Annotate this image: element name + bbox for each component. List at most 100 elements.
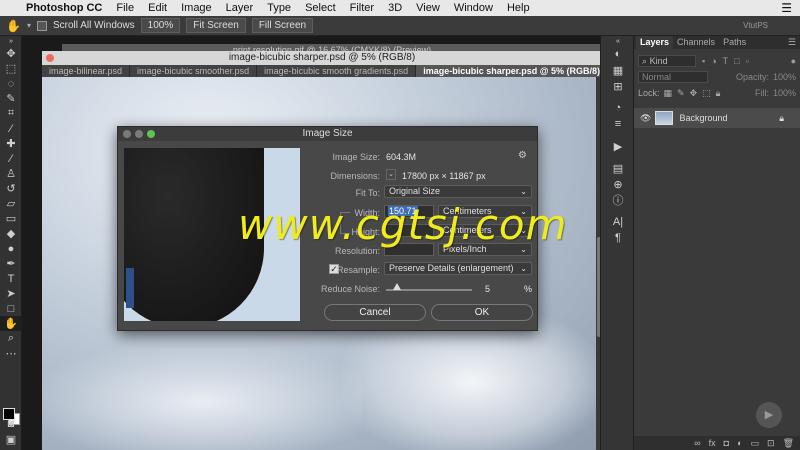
height-input[interactable] bbox=[384, 224, 434, 237]
history-brush-tool-icon[interactable]: ↺ bbox=[0, 181, 22, 196]
move-tool-icon[interactable]: ✥ bbox=[0, 46, 22, 61]
foreground-color-swatch[interactable] bbox=[3, 408, 15, 420]
menu-app-name[interactable]: Photoshop CC bbox=[26, 2, 102, 14]
character-panel-icon[interactable]: A| bbox=[601, 214, 635, 230]
adjustments-panel-icon[interactable]: ◔ bbox=[601, 100, 635, 116]
color-panel-icon[interactable]: ◐ bbox=[601, 46, 635, 62]
menu-edit[interactable]: Edit bbox=[148, 2, 167, 14]
settings-gear-icon[interactable]: ⚙ bbox=[518, 150, 527, 161]
close-icon[interactable] bbox=[123, 130, 131, 138]
resolution-unit-select[interactable]: Pixels/Inch ⌄ bbox=[438, 243, 532, 256]
filter-adjustment-icon[interactable]: ◑ bbox=[711, 56, 716, 66]
fill-screen-button[interactable]: Fill Screen bbox=[251, 18, 314, 33]
hand-tool-icon[interactable]: ✋ bbox=[6, 19, 21, 33]
type-tool-icon[interactable]: T bbox=[0, 271, 22, 286]
add-mask-icon[interactable]: ◘ bbox=[724, 438, 729, 448]
tab-layers[interactable]: Layers bbox=[636, 36, 674, 49]
notes-panel-icon[interactable]: ⓘ bbox=[601, 192, 635, 208]
menu-filter[interactable]: Filter bbox=[350, 2, 374, 14]
zoom-100-button[interactable]: 100% bbox=[140, 18, 181, 33]
link-layers-icon[interactable]: ∞ bbox=[694, 438, 700, 448]
menu-help[interactable]: Help bbox=[507, 2, 530, 14]
document-titlebar[interactable]: image-bicubic sharper.psd @ 5% (RGB/8) bbox=[42, 51, 602, 65]
history-panel-icon[interactable]: ▶ bbox=[601, 138, 635, 154]
new-layer-icon[interactable]: ⊡ bbox=[767, 438, 775, 449]
lock-pixels-icon[interactable]: ✎ bbox=[677, 88, 685, 99]
tab-paths[interactable]: Paths bbox=[719, 36, 750, 49]
adjustment-layer-icon[interactable]: ◐ bbox=[737, 438, 742, 448]
zoom-icon[interactable] bbox=[147, 130, 155, 138]
fit-to-select[interactable]: Original Size ⌄ bbox=[384, 185, 532, 198]
workspace-label[interactable]: VtutPS bbox=[743, 21, 768, 30]
collapse-panels-icon[interactable]: « bbox=[601, 36, 635, 46]
menu-3d[interactable]: 3D bbox=[388, 2, 402, 14]
layer-filter-select[interactable]: ⌕ Kind bbox=[638, 55, 696, 67]
dialog-titlebar[interactable]: Image Size bbox=[118, 127, 537, 141]
eraser-tool-icon[interactable]: ▱ bbox=[0, 196, 22, 211]
play-icon[interactable]: ▶ bbox=[756, 402, 782, 428]
menu-file[interactable]: File bbox=[116, 2, 134, 14]
libraries-panel-icon[interactable]: ⊞ bbox=[601, 78, 635, 94]
blur-tool-icon[interactable]: ◆ bbox=[0, 226, 22, 241]
delete-layer-icon[interactable]: 🗑︎ bbox=[783, 438, 794, 449]
eyedropper-tool-icon[interactable]: ⁄ bbox=[0, 121, 22, 136]
doc-tab-bicubic-smooth-gradients[interactable]: image-bicubic smooth gradients.psd bbox=[257, 65, 417, 77]
reduce-noise-slider-thumb[interactable] bbox=[393, 283, 401, 290]
quick-select-tool-icon[interactable]: ✎ bbox=[0, 91, 22, 106]
close-icon[interactable] bbox=[46, 54, 54, 62]
scroll-all-checkbox[interactable] bbox=[36, 20, 47, 31]
cancel-button[interactable]: Cancel bbox=[324, 304, 426, 321]
filter-type-icon[interactable]: T bbox=[723, 56, 729, 66]
swatches-panel-icon[interactable]: ▦ bbox=[601, 62, 635, 78]
filter-pixel-icon[interactable]: ▪ bbox=[702, 56, 705, 66]
filter-shape-icon[interactable]: □ bbox=[734, 56, 739, 66]
fit-screen-button[interactable]: Fit Screen bbox=[186, 18, 246, 33]
blend-mode-select[interactable]: Normal bbox=[638, 71, 708, 83]
lock-position-icon[interactable]: ✥ bbox=[690, 88, 698, 99]
layer-row-background[interactable]: 👁︎ Background 🔒︎ bbox=[634, 108, 800, 128]
layer-name[interactable]: Background bbox=[679, 113, 727, 123]
width-unit-select[interactable]: Centimeters ⌄ bbox=[438, 205, 532, 218]
doc-tab-bicubic-smoother[interactable]: image-bicubic smoother.psd bbox=[130, 65, 258, 77]
fill-value[interactable]: 100% bbox=[773, 88, 796, 98]
filter-toggle-icon[interactable]: ● bbox=[791, 56, 796, 66]
menu-type[interactable]: Type bbox=[267, 2, 291, 14]
menu-select[interactable]: Select bbox=[305, 2, 336, 14]
shape-tool-icon[interactable]: □ bbox=[0, 301, 22, 316]
path-select-tool-icon[interactable]: ➤ bbox=[0, 286, 22, 301]
resample-select[interactable]: Preserve Details (enlargement) ⌄ bbox=[384, 262, 532, 275]
filter-smart-object-icon[interactable]: ▫ bbox=[746, 56, 749, 66]
ok-button[interactable]: OK bbox=[431, 304, 533, 321]
info-panel-icon[interactable]: ⊕ bbox=[601, 176, 635, 192]
lock-artboard-icon[interactable]: ⬚ bbox=[702, 88, 711, 99]
stamp-tool-icon[interactable]: ♙ bbox=[0, 166, 22, 181]
marquee-tool-icon[interactable]: ⬚ bbox=[0, 61, 22, 76]
tool-preset-chevron-icon[interactable]: ▾ bbox=[27, 21, 31, 30]
lock-transparent-icon[interactable]: ▦ bbox=[664, 88, 673, 99]
image-preview[interactable] bbox=[124, 148, 300, 321]
panel-menu-icon[interactable]: ☰ bbox=[788, 36, 796, 49]
screen-mode-icon[interactable]: ▣ bbox=[0, 432, 22, 447]
resolution-input[interactable] bbox=[384, 243, 434, 256]
crop-tool-icon[interactable]: ⌗ bbox=[0, 106, 22, 121]
menu-layer[interactable]: Layer bbox=[226, 2, 254, 14]
brush-tool-icon[interactable]: ∕ bbox=[0, 151, 22, 166]
layer-style-icon[interactable]: fx bbox=[709, 438, 716, 448]
hand-tool-icon[interactable]: ✋ bbox=[0, 316, 22, 331]
new-group-icon[interactable]: ▭ bbox=[751, 438, 760, 449]
dimensions-unit-dropdown-icon[interactable]: ⌄ bbox=[386, 169, 396, 180]
visibility-eye-icon[interactable]: 👁︎ bbox=[640, 113, 651, 124]
gradient-tool-icon[interactable]: ▭ bbox=[0, 211, 22, 226]
width-input[interactable]: 150.71 bbox=[384, 205, 434, 218]
reduce-noise-value[interactable]: 5 bbox=[485, 284, 490, 294]
collapse-tools-icon[interactable]: » bbox=[0, 36, 22, 46]
paragraph-panel-icon[interactable]: ¶ bbox=[601, 230, 635, 246]
doc-tab-bilinear[interactable]: image-bilinear.psd bbox=[42, 65, 131, 77]
tab-channels[interactable]: Channels bbox=[673, 36, 719, 49]
minimize-icon[interactable] bbox=[135, 130, 143, 138]
menu-image[interactable]: Image bbox=[181, 2, 212, 14]
opacity-value[interactable]: 100% bbox=[773, 72, 796, 82]
zoom-tool-icon[interactable]: ⌕ bbox=[0, 331, 22, 346]
pen-tool-icon[interactable]: ✒ bbox=[0, 256, 22, 271]
properties-panel-icon[interactable]: ≡ bbox=[601, 116, 635, 132]
